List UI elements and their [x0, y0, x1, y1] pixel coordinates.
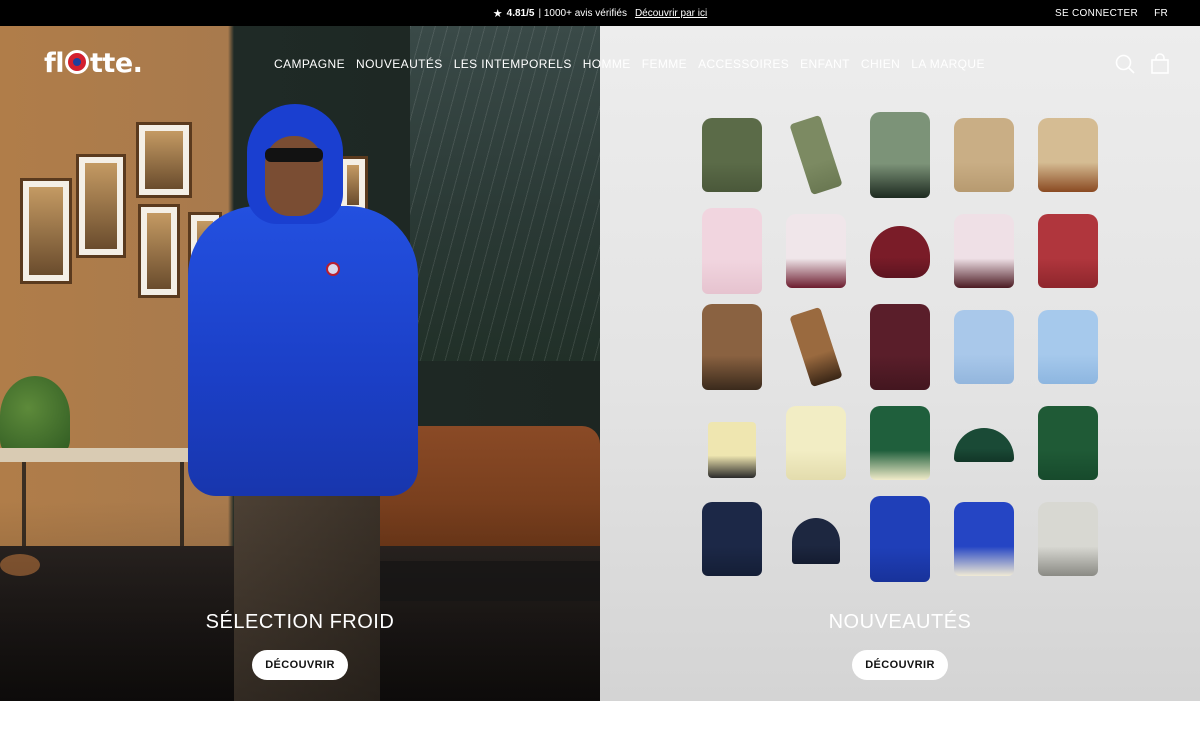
jacket-image: [870, 406, 930, 480]
jacket-image: [954, 502, 1014, 576]
product-thumbnail[interactable]: [858, 106, 942, 202]
product-thumbnail[interactable]: [774, 202, 858, 298]
nav-item-chien[interactable]: CHIEN: [861, 57, 900, 71]
jacket-image: [1038, 310, 1098, 384]
scarf-image: [789, 114, 843, 196]
nav-item-femme[interactable]: FEMME: [642, 57, 687, 71]
jacket-image: [1038, 406, 1098, 480]
wall-frame: [136, 122, 192, 198]
login-link[interactable]: SE CONNECTER: [1055, 8, 1138, 19]
product-thumbnail[interactable]: [1026, 202, 1110, 298]
scarf-image: [789, 306, 843, 388]
jacket-image: [786, 406, 846, 480]
wall-frame: [138, 204, 180, 298]
logo-roundel-icon: [65, 50, 90, 74]
product-thumbnail[interactable]: [942, 202, 1026, 298]
new-arrivals-discover-button[interactable]: DÉCOUVRIR: [852, 650, 948, 680]
star-icon: ★: [492, 7, 503, 20]
product-thumbnail[interactable]: [858, 202, 942, 298]
reviews-count: | 1000+ avis vérifiés: [538, 7, 627, 19]
product-thumbnail[interactable]: [942, 106, 1026, 202]
product-thumbnail[interactable]: [690, 490, 774, 586]
product-thumbnail[interactable]: [690, 394, 774, 490]
rating-value: 4.81/5: [506, 7, 535, 19]
coat-image: [702, 304, 762, 390]
nav-item-nouveaut-s[interactable]: NOUVEAUTÉS: [356, 57, 443, 71]
product-thumbnail[interactable]: [1026, 106, 1110, 202]
logo-text-end: tte.: [90, 48, 143, 79]
coat-image: [870, 112, 930, 198]
product-thumbnail[interactable]: [690, 202, 774, 298]
product-thumbnail[interactable]: [774, 298, 858, 394]
wall-frame: [76, 154, 126, 258]
nav-item-les-intemporels[interactable]: LES INTEMPORELS: [454, 57, 572, 71]
product-thumbnail[interactable]: [774, 490, 858, 586]
product-thumbnail[interactable]: [1026, 490, 1110, 586]
product-thumbnail[interactable]: [858, 490, 942, 586]
product-thumbnail[interactable]: [774, 106, 858, 202]
jacket-image: [702, 502, 762, 576]
brand-logo[interactable]: fl tte.: [44, 48, 143, 79]
product-thumbnail[interactable]: [1026, 394, 1110, 490]
jacket-image: [702, 118, 762, 192]
product-thumbnail[interactable]: [942, 394, 1026, 490]
product-thumbnail[interactable]: [858, 394, 942, 490]
jacket-image: [786, 214, 846, 288]
product-thumbnail[interactable]: [690, 106, 774, 202]
product-grid: [690, 106, 1110, 586]
jacket-image: [1038, 502, 1098, 576]
jacket-image: [954, 214, 1014, 288]
product-thumbnail[interactable]: [942, 490, 1026, 586]
logo-text-start: fl: [44, 48, 65, 79]
announcement-bar: ★ 4.81/5 | 1000+ avis vérifiés Découvrir…: [0, 0, 1200, 26]
product-thumbnail[interactable]: [774, 394, 858, 490]
cold-selection-title: SÉLECTION FROID: [205, 611, 395, 633]
cold-selection-discover-button[interactable]: DÉCOUVRIR: [252, 650, 348, 680]
jacket-image: [1038, 118, 1098, 192]
product-thumbnail[interactable]: [858, 298, 942, 394]
rating-banner: ★ 4.81/5 | 1000+ avis vérifiés Découvrir…: [0, 0, 1200, 26]
bag-image: [708, 422, 756, 478]
hero-cold-selection[interactable]: [0, 26, 600, 701]
reviews-link[interactable]: Découvrir par ici: [635, 8, 707, 19]
new-arrivals-title: NOUVEAUTÉS: [828, 611, 972, 633]
model-sunglasses: [265, 148, 323, 162]
brand-patch: [326, 262, 340, 276]
language-selector[interactable]: FR: [1154, 8, 1168, 19]
coat-image: [702, 208, 762, 294]
product-thumbnail[interactable]: [1026, 298, 1110, 394]
shopping-bag-icon[interactable]: [1149, 53, 1171, 75]
rain-overlay: [410, 26, 600, 361]
product-thumbnail[interactable]: [690, 298, 774, 394]
nav-item-homme[interactable]: HOMME: [583, 57, 631, 71]
nav-item-campagne[interactable]: CAMPAGNE: [274, 57, 345, 71]
nav-item-enfant[interactable]: ENFANT: [800, 57, 850, 71]
search-icon[interactable]: [1114, 53, 1136, 75]
nav-item-accessoires[interactable]: ACCESSOIRES: [698, 57, 789, 71]
beanie-image: [792, 518, 840, 564]
jacket-image: [954, 310, 1014, 384]
wall-frame: [20, 178, 72, 284]
hood-image: [870, 226, 930, 278]
account-links: SE CONNECTER FR: [1055, 0, 1168, 26]
jacket-image: [954, 118, 1014, 192]
side-table: [0, 448, 200, 462]
cap-image: [954, 428, 1014, 462]
model-puffer-jacket: [188, 206, 418, 496]
product-thumbnail[interactable]: [942, 298, 1026, 394]
main-navigation: CAMPAGNE NOUVEAUTÉS LES INTEMPORELS HOMME FE…: [274, 57, 985, 71]
coat-image: [870, 304, 930, 390]
coat-image: [870, 496, 930, 582]
nav-item-la-marque[interactable]: LA MARQUE: [911, 57, 985, 71]
plant: [0, 376, 70, 456]
jacket-image: [1038, 214, 1098, 288]
